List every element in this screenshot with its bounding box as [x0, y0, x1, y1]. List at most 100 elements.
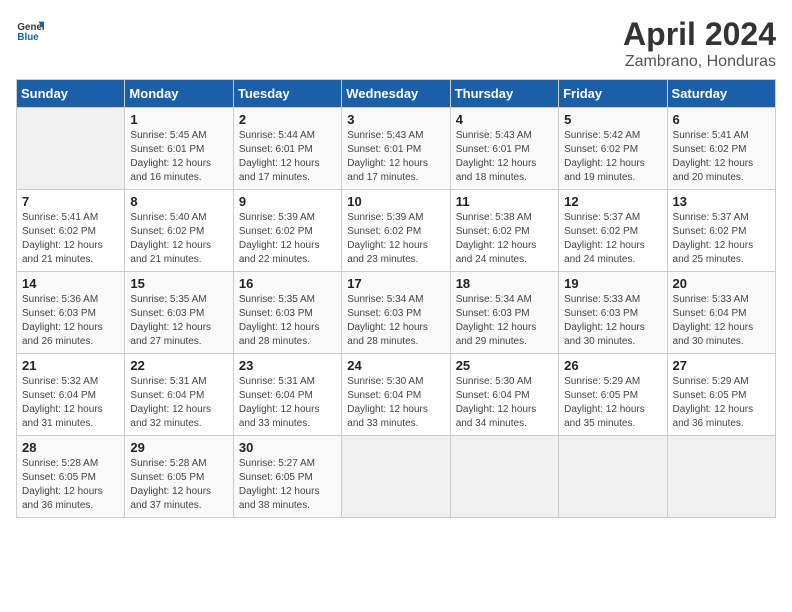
- table-cell: 7 Sunrise: 5:41 AM Sunset: 6:02 PM Daylig…: [17, 190, 125, 272]
- day-info: Sunrise: 5:37 AM Sunset: 6:02 PM Dayligh…: [673, 211, 770, 267]
- table-cell: 21 Sunrise: 5:32 AM Sunset: 6:04 PM Dayli…: [17, 354, 125, 436]
- day-number: 23: [239, 358, 336, 373]
- table-cell: 15 Sunrise: 5:35 AM Sunset: 6:03 PM Dayli…: [125, 272, 233, 354]
- table-cell: 13 Sunrise: 5:37 AM Sunset: 6:02 PM Dayli…: [667, 190, 775, 272]
- table-cell: [450, 436, 558, 518]
- day-info: Sunrise: 5:28 AM Sunset: 6:05 PM Dayligh…: [130, 457, 227, 513]
- day-info: Sunrise: 5:41 AM Sunset: 6:02 PM Dayligh…: [22, 211, 119, 267]
- day-number: 21: [22, 358, 119, 373]
- table-cell: 30 Sunrise: 5:27 AM Sunset: 6:05 PM Dayli…: [233, 436, 341, 518]
- table-cell: 18 Sunrise: 5:34 AM Sunset: 6:03 PM Dayli…: [450, 272, 558, 354]
- day-number: 2: [239, 112, 336, 127]
- day-info: Sunrise: 5:34 AM Sunset: 6:03 PM Dayligh…: [347, 293, 444, 349]
- day-number: 14: [22, 276, 119, 291]
- day-number: 3: [347, 112, 444, 127]
- day-number: 1: [130, 112, 227, 127]
- page-header: General Blue April 2024 Zambrano, Hondur…: [16, 16, 776, 71]
- day-info: Sunrise: 5:32 AM Sunset: 6:04 PM Dayligh…: [22, 375, 119, 431]
- table-cell: 28 Sunrise: 5:28 AM Sunset: 6:05 PM Dayli…: [17, 436, 125, 518]
- day-info: Sunrise: 5:41 AM Sunset: 6:02 PM Dayligh…: [673, 129, 770, 185]
- day-info: Sunrise: 5:36 AM Sunset: 6:03 PM Dayligh…: [22, 293, 119, 349]
- day-info: Sunrise: 5:38 AM Sunset: 6:02 PM Dayligh…: [456, 211, 553, 267]
- day-info: Sunrise: 5:34 AM Sunset: 6:03 PM Dayligh…: [456, 293, 553, 349]
- week-row-3: 14 Sunrise: 5:36 AM Sunset: 6:03 PM Dayli…: [17, 272, 776, 354]
- table-cell: 22 Sunrise: 5:31 AM Sunset: 6:04 PM Dayli…: [125, 354, 233, 436]
- day-number: 12: [564, 194, 661, 209]
- day-number: 24: [347, 358, 444, 373]
- week-row-1: 1Sunrise: 5:45 AM Sunset: 6:01 PM Daylig…: [17, 108, 776, 190]
- week-row-5: 28 Sunrise: 5:28 AM Sunset: 6:05 PM Dayli…: [17, 436, 776, 518]
- table-cell: 1Sunrise: 5:45 AM Sunset: 6:01 PM Daylig…: [125, 108, 233, 190]
- table-cell: 29 Sunrise: 5:28 AM Sunset: 6:05 PM Dayli…: [125, 436, 233, 518]
- table-cell: 4 Sunrise: 5:43 AM Sunset: 6:01 PM Daylig…: [450, 108, 558, 190]
- day-number: 30: [239, 440, 336, 455]
- day-number: 15: [130, 276, 227, 291]
- day-info: Sunrise: 5:44 AM Sunset: 6:01 PM Dayligh…: [239, 129, 336, 185]
- table-cell: 5Sunrise: 5:42 AM Sunset: 6:02 PM Daylig…: [559, 108, 667, 190]
- day-number: 17: [347, 276, 444, 291]
- table-cell: 25 Sunrise: 5:30 AM Sunset: 6:04 PM Dayli…: [450, 354, 558, 436]
- day-info: Sunrise: 5:35 AM Sunset: 6:03 PM Dayligh…: [130, 293, 227, 349]
- day-info: Sunrise: 5:35 AM Sunset: 6:03 PM Dayligh…: [239, 293, 336, 349]
- col-thursday: Thursday: [450, 80, 558, 108]
- day-info: Sunrise: 5:40 AM Sunset: 6:02 PM Dayligh…: [130, 211, 227, 267]
- day-number: 28: [22, 440, 119, 455]
- day-number: 6: [673, 112, 770, 127]
- col-tuesday: Tuesday: [233, 80, 341, 108]
- day-info: Sunrise: 5:37 AM Sunset: 6:02 PM Dayligh…: [564, 211, 661, 267]
- table-cell: 12 Sunrise: 5:37 AM Sunset: 6:02 PM Dayli…: [559, 190, 667, 272]
- day-info: Sunrise: 5:39 AM Sunset: 6:02 PM Dayligh…: [347, 211, 444, 267]
- col-friday: Friday: [559, 80, 667, 108]
- table-cell: 26 Sunrise: 5:29 AM Sunset: 6:05 PM Dayli…: [559, 354, 667, 436]
- table-cell: [667, 436, 775, 518]
- day-number: 22: [130, 358, 227, 373]
- day-number: 10: [347, 194, 444, 209]
- table-cell: [559, 436, 667, 518]
- title-block: April 2024 Zambrano, Honduras: [623, 16, 776, 71]
- col-saturday: Saturday: [667, 80, 775, 108]
- day-info: Sunrise: 5:42 AM Sunset: 6:02 PM Dayligh…: [564, 129, 661, 185]
- day-info: Sunrise: 5:27 AM Sunset: 6:05 PM Dayligh…: [239, 457, 336, 513]
- day-number: 7: [22, 194, 119, 209]
- day-info: Sunrise: 5:31 AM Sunset: 6:04 PM Dayligh…: [130, 375, 227, 431]
- calendar-header-row: Sunday Monday Tuesday Wednesday Thursday…: [17, 80, 776, 108]
- day-number: 26: [564, 358, 661, 373]
- day-number: 25: [456, 358, 553, 373]
- day-info: Sunrise: 5:43 AM Sunset: 6:01 PM Dayligh…: [456, 129, 553, 185]
- table-cell: 2 Sunrise: 5:44 AM Sunset: 6:01 PM Daylig…: [233, 108, 341, 190]
- table-cell: 3 Sunrise: 5:43 AM Sunset: 6:01 PM Daylig…: [342, 108, 450, 190]
- table-cell: 17 Sunrise: 5:34 AM Sunset: 6:03 PM Dayli…: [342, 272, 450, 354]
- day-number: 27: [673, 358, 770, 373]
- col-sunday: Sunday: [17, 80, 125, 108]
- day-number: 13: [673, 194, 770, 209]
- table-cell: 9 Sunrise: 5:39 AM Sunset: 6:02 PM Daylig…: [233, 190, 341, 272]
- day-info: Sunrise: 5:29 AM Sunset: 6:05 PM Dayligh…: [564, 375, 661, 431]
- table-cell: 14 Sunrise: 5:36 AM Sunset: 6:03 PM Dayli…: [17, 272, 125, 354]
- day-info: Sunrise: 5:43 AM Sunset: 6:01 PM Dayligh…: [347, 129, 444, 185]
- table-cell: 19 Sunrise: 5:33 AM Sunset: 6:03 PM Dayli…: [559, 272, 667, 354]
- logo: General Blue: [16, 16, 44, 44]
- svg-text:Blue: Blue: [17, 32, 39, 43]
- table-cell: 27 Sunrise: 5:29 AM Sunset: 6:05 PM Dayli…: [667, 354, 775, 436]
- col-monday: Monday: [125, 80, 233, 108]
- col-wednesday: Wednesday: [342, 80, 450, 108]
- day-info: Sunrise: 5:29 AM Sunset: 6:05 PM Dayligh…: [673, 375, 770, 431]
- table-cell: 8 Sunrise: 5:40 AM Sunset: 6:02 PM Daylig…: [125, 190, 233, 272]
- day-info: Sunrise: 5:28 AM Sunset: 6:05 PM Dayligh…: [22, 457, 119, 513]
- table-cell: 11Sunrise: 5:38 AM Sunset: 6:02 PM Dayli…: [450, 190, 558, 272]
- table-cell: 23Sunrise: 5:31 AM Sunset: 6:04 PM Dayli…: [233, 354, 341, 436]
- table-cell: [342, 436, 450, 518]
- day-number: 18: [456, 276, 553, 291]
- day-number: 9: [239, 194, 336, 209]
- day-number: 20: [673, 276, 770, 291]
- day-info: Sunrise: 5:39 AM Sunset: 6:02 PM Dayligh…: [239, 211, 336, 267]
- day-info: Sunrise: 5:30 AM Sunset: 6:04 PM Dayligh…: [456, 375, 553, 431]
- day-info: Sunrise: 5:33 AM Sunset: 6:03 PM Dayligh…: [564, 293, 661, 349]
- table-cell: 6 Sunrise: 5:41 AM Sunset: 6:02 PM Daylig…: [667, 108, 775, 190]
- day-number: 19: [564, 276, 661, 291]
- day-number: 4: [456, 112, 553, 127]
- day-number: 8: [130, 194, 227, 209]
- day-number: 29: [130, 440, 227, 455]
- generalblue-logo-icon: General Blue: [16, 16, 44, 44]
- day-number: 16: [239, 276, 336, 291]
